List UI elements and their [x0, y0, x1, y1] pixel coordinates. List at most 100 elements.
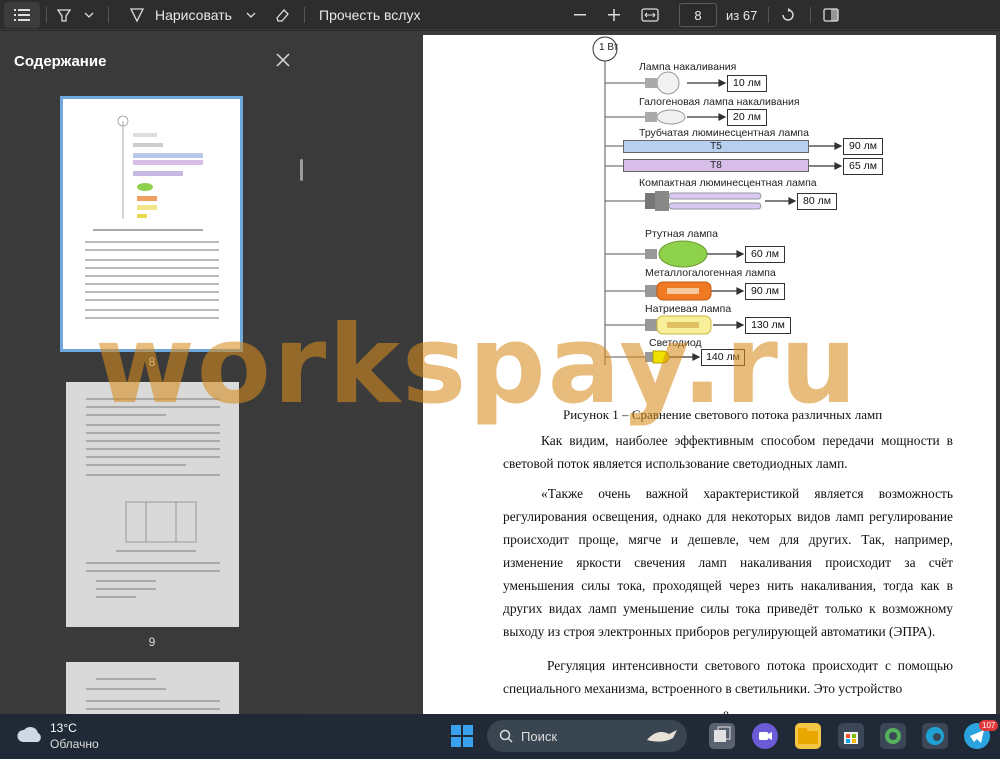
- edge-browser-app[interactable]: [922, 723, 948, 749]
- close-icon: [276, 53, 290, 67]
- pen-icon: [129, 8, 145, 23]
- thumbnail-preview: [86, 678, 220, 710]
- halogen-bulb-icon: [645, 109, 686, 125]
- paragraph: «Также очень важной характеристикой явля…: [503, 486, 953, 639]
- lamp-name: Светодиод: [649, 337, 702, 349]
- thumbnail-preview: [85, 115, 219, 319]
- fit-width-icon: [641, 8, 659, 22]
- sodium-lamp-icon: [645, 315, 712, 335]
- lamp-name: Натриевая лампа: [645, 303, 732, 315]
- taskbar-search[interactable]: Поиск: [487, 720, 687, 752]
- lumen-value: 130 лм: [745, 317, 791, 334]
- page-thumbnail[interactable]: [66, 662, 239, 714]
- lamp-diagram: [592, 36, 843, 365]
- document-viewer[interactable]: 1 Вт Лампа накаливания 10 лм Галогеновая…: [309, 31, 1000, 714]
- search-icon: [499, 729, 513, 743]
- two-page-icon: [823, 8, 839, 22]
- cfl-lamp-icon: [645, 191, 762, 211]
- divider: [304, 7, 305, 23]
- lumen-value: 80 лм: [797, 193, 837, 210]
- thumbnail-preview: [86, 398, 220, 598]
- toolbar: Нарисовать Прочесть вслух 8 из 67: [0, 0, 1000, 30]
- draw-label[interactable]: Нарисовать: [155, 0, 232, 30]
- search-placeholder: Поиск: [521, 728, 558, 744]
- lamp-name: Лампа накаливания: [639, 61, 737, 73]
- file-explorer-app[interactable]: [795, 723, 821, 749]
- lumen-value: 60 лм: [745, 246, 785, 263]
- task-view-button[interactable]: [709, 723, 735, 749]
- rotate-icon: [782, 8, 794, 21]
- rotate-button[interactable]: [777, 0, 799, 30]
- page-thumbnail-current[interactable]: [60, 96, 243, 352]
- zoom-in-button[interactable]: [604, 0, 624, 30]
- store-icon: [844, 732, 858, 744]
- task-view-icon: [714, 726, 731, 742]
- tube-t5: T5: [623, 140, 809, 153]
- incandescent-bulb-icon: [645, 71, 680, 95]
- store-app[interactable]: [838, 723, 864, 749]
- lumen-value: 65 лм: [843, 158, 883, 175]
- divider: [46, 7, 47, 23]
- divider: [810, 7, 811, 23]
- start-button[interactable]: [450, 724, 476, 750]
- xbox-app[interactable]: [880, 723, 906, 749]
- teams-app[interactable]: [752, 723, 778, 749]
- sidebar-scrollbar[interactable]: [300, 159, 303, 181]
- draw-dropdown[interactable]: [243, 0, 259, 30]
- sidebar-title: Содержание: [14, 53, 107, 70]
- sidebar-close-button[interactable]: [272, 49, 294, 71]
- plus-icon: [608, 9, 620, 21]
- windows-icon: [451, 725, 473, 747]
- lamp-name: Компактная люминесцентная лампа: [639, 177, 817, 189]
- divider: [768, 7, 769, 23]
- document-page: 1 Вт Лампа накаливания 10 лм Галогеновая…: [423, 35, 996, 714]
- metal-halide-lamp-icon: [645, 281, 712, 301]
- toc-toggle-button[interactable]: [4, 2, 40, 28]
- contents-sidebar: Содержание 8 9: [0, 31, 309, 714]
- page-thumbnail[interactable]: [66, 382, 239, 627]
- led-icon: [645, 350, 670, 364]
- page-view-button[interactable]: [820, 0, 842, 30]
- lumen-value: 90 лм: [745, 283, 785, 300]
- lamp-name: Ртутная лампа: [645, 228, 718, 240]
- lamp-name: Металлогалогенная лампа: [645, 267, 776, 279]
- eraser-icon: [276, 9, 289, 22]
- tube-t8: T8: [623, 159, 809, 172]
- notification-badge: 107: [979, 720, 999, 731]
- read-aloud-button[interactable]: Прочесть вслух: [319, 0, 420, 30]
- thumbnail-page-number: 8: [148, 355, 156, 369]
- video-chat-icon: [759, 732, 772, 740]
- highlighter-icon: [56, 9, 72, 22]
- edge-icon: [926, 727, 944, 745]
- weather-widget[interactable]: [16, 724, 44, 751]
- fit-page-button[interactable]: [638, 0, 662, 30]
- paragraph: Как видим, наиболее эффективным способом…: [503, 433, 953, 471]
- cloud-icon: [17, 726, 41, 742]
- page-number-input[interactable]: 8: [679, 3, 717, 27]
- game-icon: [885, 728, 901, 744]
- page-total: из 67: [726, 7, 758, 23]
- lamp-name: Трубчатая люминесцентная лампа: [639, 127, 809, 139]
- folder-icon: [798, 728, 818, 744]
- figure-caption: Рисунок 1 – Сравнение светового потока р…: [563, 407, 883, 422]
- zoom-out-button[interactable]: [570, 0, 590, 30]
- weather-temperature: 13°C: [50, 721, 77, 735]
- chevron-down-icon: [246, 12, 256, 18]
- power-label: 1 Вт: [599, 42, 619, 53]
- lumen-value: 10 лм: [727, 75, 767, 92]
- minus-icon: [574, 14, 586, 16]
- lumen-value: 140 лм: [701, 349, 745, 366]
- divider: [108, 7, 109, 23]
- weather-description: Облачно: [50, 737, 99, 751]
- thumbnail-page-number: 9: [148, 635, 156, 649]
- paragraph: Регуляция интенсивности светового потока…: [503, 658, 953, 696]
- lamp-name: Галогеновая лампа накаливания: [639, 96, 800, 108]
- highlight-button[interactable]: [52, 0, 76, 30]
- bird-icon: [647, 730, 677, 742]
- eraser-button[interactable]: [270, 0, 294, 30]
- lumen-value: 90 лм: [843, 138, 883, 155]
- lumen-value: 20 лм: [727, 109, 767, 126]
- draw-button[interactable]: [126, 0, 148, 30]
- list-icon: [14, 9, 30, 21]
- highlight-dropdown[interactable]: [80, 0, 98, 30]
